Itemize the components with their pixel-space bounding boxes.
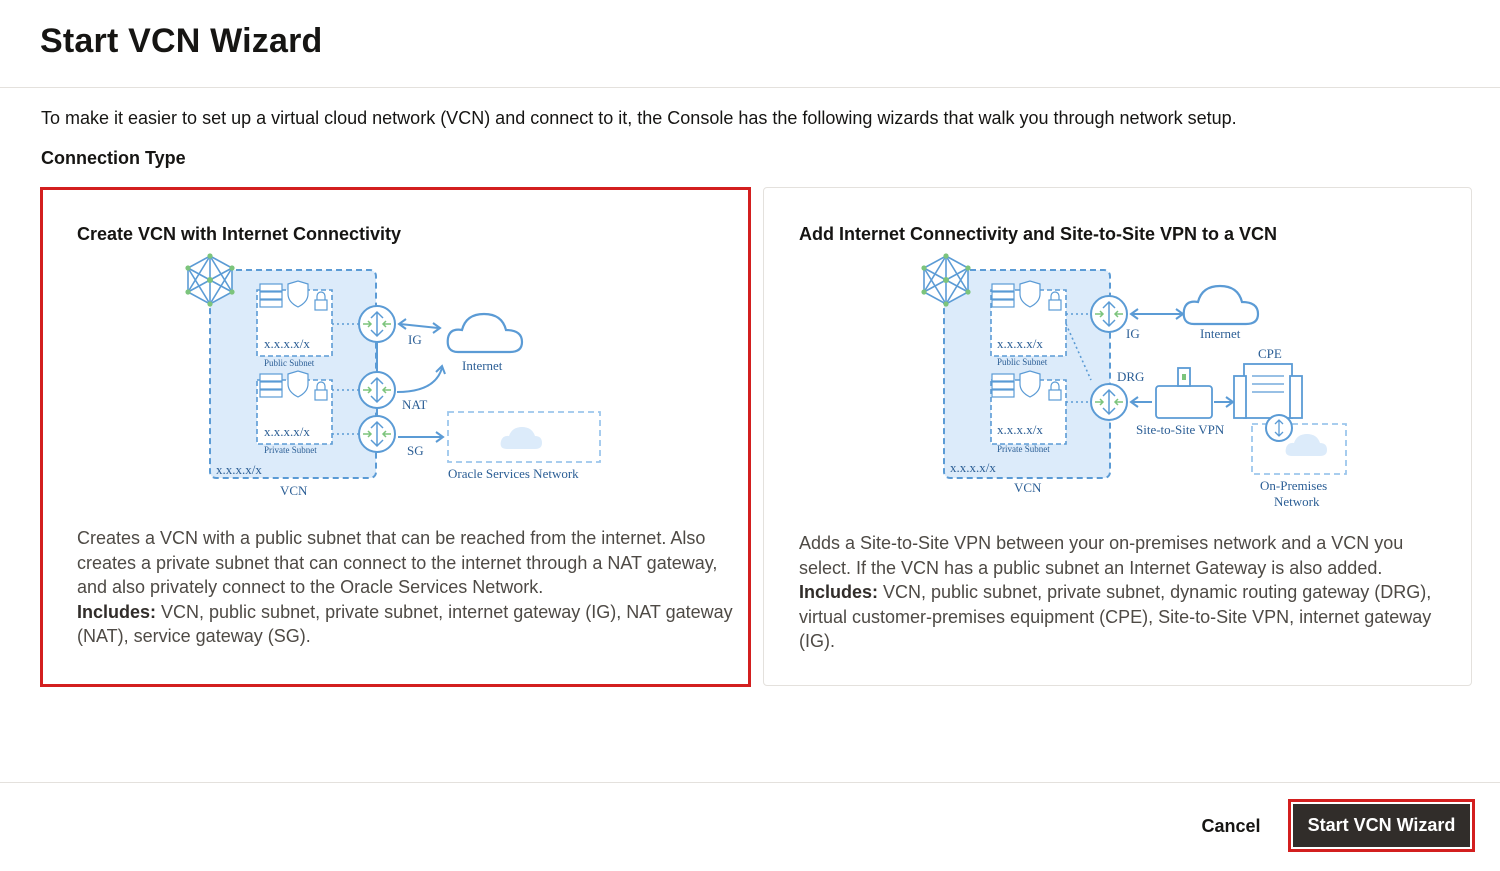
intro-text: To make it easier to set up a virtual cl… (41, 108, 1237, 128)
vcn-label: VCN (280, 483, 308, 498)
cpe-building-icon (1233, 363, 1303, 419)
card-add-internet-vpn[interactable]: Add Internet Connectivity and Site-to-Si… (763, 187, 1472, 686)
onprem-label-2: Network (1274, 494, 1320, 509)
desc-line: virtual customer-premises equipment (CPE… (799, 606, 1432, 627)
cpe-label: CPE (1258, 346, 1282, 361)
ig-label: IG (408, 332, 422, 347)
desc-line: and also privately connect to the Oracle… (77, 577, 544, 597)
internet-label: Internet (462, 358, 503, 373)
public-subnet-label: Public Subnet (264, 358, 315, 368)
includes-label: Includes: (799, 582, 879, 602)
private-subnet-label: Private Subnet (997, 444, 1050, 454)
desc-line: (NAT), service gateway (SG). (77, 626, 311, 646)
vcn-cidr: x.x.x.x/x (216, 462, 262, 477)
public-subnet-cidr: x.x.x.x/x (997, 336, 1043, 351)
public-subnet-label: Public Subnet (997, 357, 1048, 367)
ig-label: IG (1126, 326, 1140, 341)
card-description: Adds a Site-to-Site VPN between your on-… (799, 531, 1459, 654)
public-subnet-cidr: x.x.x.x/x (264, 336, 310, 351)
includes-text: VCN, public subnet, private subnet, inte… (156, 601, 733, 622)
internet-label: Internet (1200, 326, 1241, 341)
lock-icon (314, 299, 328, 311)
includes-label: Includes: (77, 601, 157, 622)
vcn-label: VCN (1014, 480, 1042, 495)
internet-cloud-icon (446, 312, 524, 354)
private-subnet-cidr: x.x.x.x/x (264, 424, 310, 439)
desc-line: Adds a Site-to-Site VPN between your on-… (799, 533, 1404, 553)
vcn-internet-diagram: x.x.x.x/x Public Subnet x.x.x.x/x Privat… (185, 253, 601, 498)
server-icon (259, 283, 283, 308)
includes-line: Includes: VCN, public subnet, private su… (799, 580, 1459, 605)
card-create-vcn-internet[interactable]: Create VCN with Internet Connectivity x.… (40, 187, 751, 687)
vpn-label: Site-to-Site VPN (1136, 422, 1225, 437)
connection-type-label: Connection Type (41, 148, 186, 168)
sg-label: SG (407, 443, 424, 458)
page-title: Start VCN Wizard (40, 22, 323, 60)
private-subnet-label: Private Subnet (264, 445, 317, 455)
onprem-label-1: On-Premises (1260, 478, 1327, 493)
card-description: Creates a VCN with a public subnet that … (77, 526, 737, 649)
desc-line: (IG). (799, 631, 835, 651)
start-vcn-wizard-button[interactable]: Start VCN Wizard (1293, 804, 1470, 847)
includes-text: VCN, public subnet, private subnet, dyna… (878, 582, 1432, 602)
site-to-site-vpn-diagram: x.x.x.x/x Public Subnet x.x.x.x/x Privat… (921, 253, 1347, 509)
desc-line: creates a private subnet that can connec… (77, 552, 718, 573)
nat-label: NAT (402, 397, 427, 412)
card-title: Add Internet Connectivity and Site-to-Si… (799, 224, 1278, 244)
drg-label: DRG (1117, 369, 1144, 384)
includes-line: Includes: VCN, public subnet, private su… (77, 600, 737, 625)
private-subnet-cidr: x.x.x.x/x (997, 422, 1043, 437)
cancel-button[interactable]: Cancel (1186, 806, 1276, 846)
osn-label: Oracle Services Network (448, 466, 579, 481)
card-title: Create VCN with Internet Connectivity (77, 224, 402, 244)
internet-cloud-icon (1182, 284, 1260, 326)
vcn-cidr: x.x.x.x/x (950, 460, 996, 475)
desc-line: Creates a VCN with a public subnet that … (77, 528, 706, 548)
dialog-header: Start VCN Wizard (0, 0, 1500, 88)
desc-line: select. If the VCN has a public subnet a… (799, 557, 1383, 578)
